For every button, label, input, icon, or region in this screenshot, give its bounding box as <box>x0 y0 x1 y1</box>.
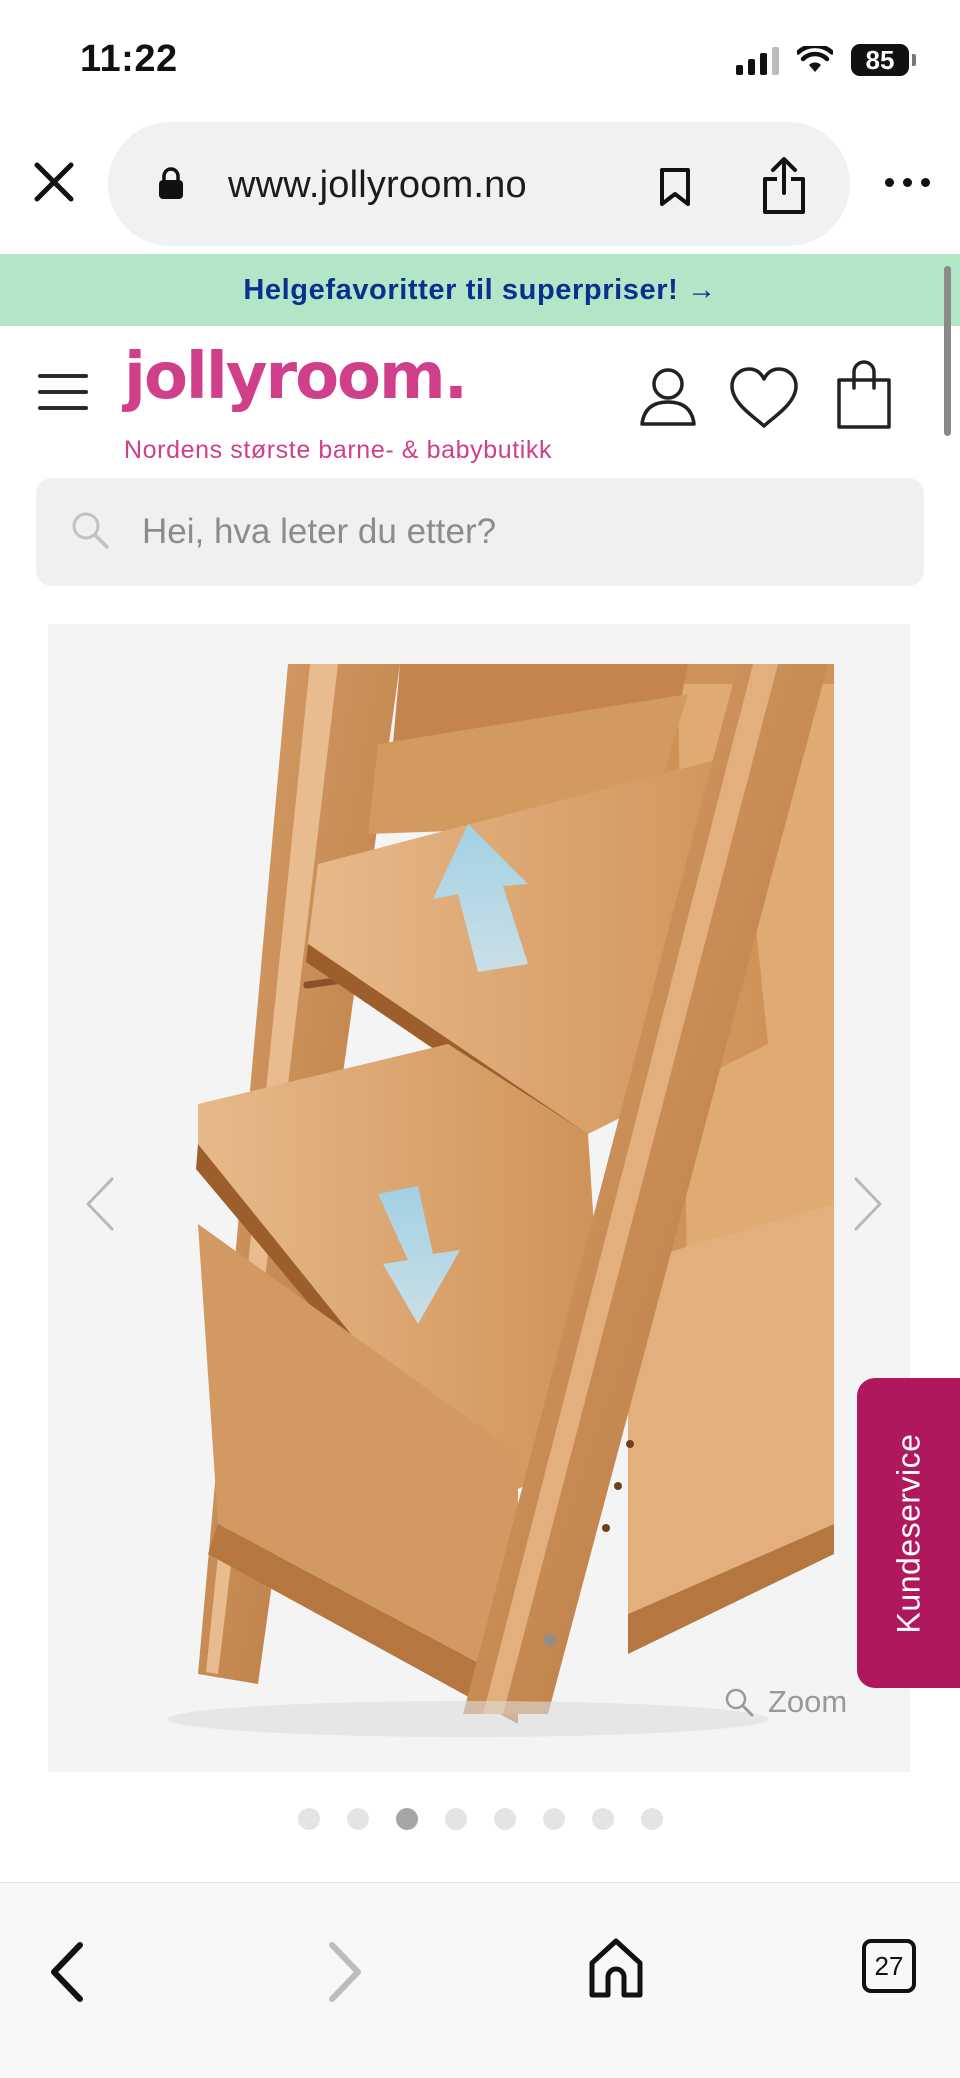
logo[interactable]: jollyroom. <box>124 340 468 414</box>
pagination-dot[interactable] <box>346 1808 369 1830</box>
customer-service-label: Kundeservice <box>890 1433 927 1633</box>
wifi-icon <box>797 46 833 72</box>
search-bar <box>36 478 924 586</box>
share-icon <box>763 157 805 214</box>
url-text: www.jollyroom.no <box>228 164 527 206</box>
close-button[interactable] <box>24 152 84 212</box>
product-gallery: Zoom <box>48 624 910 1772</box>
more-button[interactable] <box>872 162 942 202</box>
tagline: Nordens største barne- & babybutikk <box>124 436 553 464</box>
user-icon <box>640 368 696 426</box>
menu-icon <box>38 374 88 378</box>
browser-toolbar: 27 <box>0 1882 960 2078</box>
promo-banner[interactable]: Helgefavoritter til superpriser! → <box>0 254 960 326</box>
zoom-button[interactable]: Zoom <box>724 1680 847 1724</box>
status-indicators: 85 <box>736 44 916 76</box>
back-button[interactable] <box>40 1937 100 2007</box>
home-icon <box>589 1938 643 1998</box>
chevron-left-icon <box>86 1177 114 1231</box>
status-bar: 11:22 85 <box>0 0 960 120</box>
tabs-button[interactable]: 27 <box>862 1939 916 1993</box>
status-time: 11:22 <box>80 38 178 80</box>
url-field[interactable]: www.jollyroom.no <box>108 122 850 246</box>
bookmark-icon <box>660 168 690 206</box>
back-icon <box>51 1942 83 2002</box>
lock-icon <box>159 167 183 199</box>
battery-level: 85 <box>851 44 909 76</box>
close-icon <box>34 162 74 202</box>
cart-button[interactable] <box>834 360 894 430</box>
zoom-icon <box>725 1688 754 1717</box>
pagination-dot-active[interactable] <box>395 1808 418 1830</box>
promo-text: Helgefavoritter til superpriser! → <box>243 273 717 306</box>
chevron-right-icon <box>854 1177 882 1231</box>
wishlist-button[interactable] <box>728 366 800 430</box>
bookmark-button[interactable] <box>648 160 702 214</box>
signal-icon <box>736 45 779 75</box>
next-image-button[interactable] <box>838 1164 898 1244</box>
battery-icon: 85 <box>851 44 916 76</box>
gallery-pagination <box>0 1808 960 1830</box>
forward-icon <box>329 1942 361 2002</box>
shopping-bag-icon <box>837 360 891 429</box>
pagination-dot[interactable] <box>640 1808 663 1830</box>
account-button[interactable] <box>636 364 700 428</box>
pagination-dot[interactable] <box>297 1808 320 1830</box>
search-input[interactable] <box>142 478 882 586</box>
prev-image-button[interactable] <box>70 1164 130 1244</box>
customer-service-tab[interactable]: Kundeservice <box>857 1378 960 1688</box>
pagination-dot[interactable] <box>542 1808 565 1830</box>
search-icon <box>72 512 109 549</box>
share-button[interactable] <box>754 154 814 218</box>
heart-icon <box>730 367 798 428</box>
home-button[interactable] <box>586 1935 646 2001</box>
menu-button[interactable] <box>38 374 88 410</box>
product-image[interactable] <box>48 624 910 1772</box>
zoom-label: Zoom <box>768 1684 848 1719</box>
pagination-dot[interactable] <box>493 1808 516 1830</box>
pagination-dot[interactable] <box>444 1808 467 1830</box>
more-icon <box>884 177 894 187</box>
site-header: jollyroom. Nordens største barne- & baby… <box>0 326 960 466</box>
forward-button[interactable] <box>312 1937 372 2007</box>
browser-address-bar: www.jollyroom.no <box>0 118 960 252</box>
pagination-dot[interactable] <box>591 1808 614 1830</box>
